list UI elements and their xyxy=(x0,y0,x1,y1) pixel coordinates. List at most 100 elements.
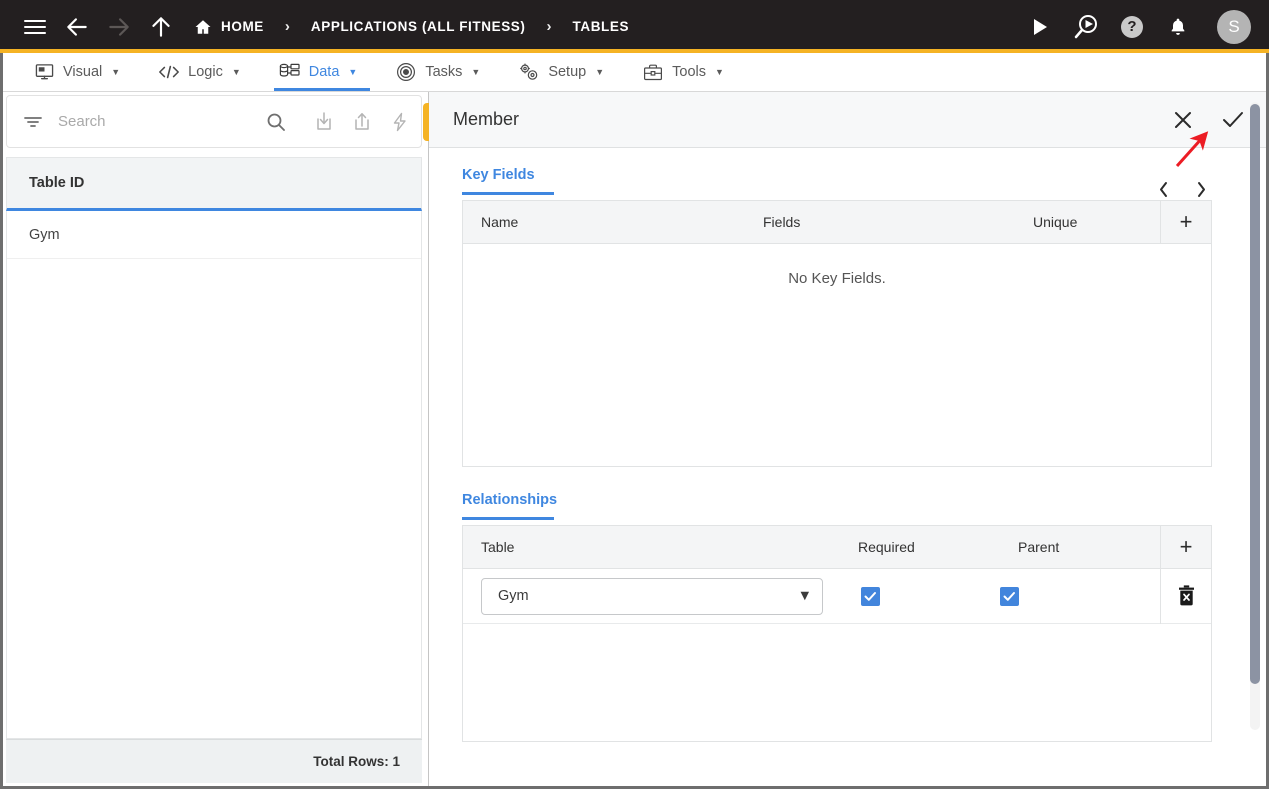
run-icon xyxy=(1034,18,1047,35)
menu-item-label: Tasks xyxy=(425,64,463,80)
chevron-down-icon: ▼ xyxy=(348,67,358,77)
forward-button[interactable] xyxy=(98,7,140,47)
menu-item-tools[interactable]: Tools ▼ xyxy=(623,53,743,91)
required-checkbox[interactable] xyxy=(861,586,880,606)
pager-next-button[interactable] xyxy=(1190,178,1212,200)
search-button[interactable] xyxy=(257,103,295,141)
gears-icon xyxy=(518,62,540,82)
top-navigation-bar: HOME › APPLICATIONS (ALL FITNESS) › TABL… xyxy=(0,0,1269,53)
delete-relationship-button[interactable] xyxy=(1160,568,1211,624)
avatar-initial: S xyxy=(1228,16,1240,36)
table-list-footer: Total Rows: 1 xyxy=(6,739,422,783)
breadcrumb: HOME › APPLICATIONS (ALL FITNESS) › TABL… xyxy=(190,18,633,36)
breadcrumb-separator: › xyxy=(284,18,290,35)
breadcrumb-label: HOME xyxy=(221,19,264,34)
key-fields-table-header: Name Fields Unique + xyxy=(463,200,1211,244)
chevron-down-icon: ▼ xyxy=(111,67,121,77)
menu-item-logic[interactable]: Logic ▼ xyxy=(139,53,260,91)
run-button[interactable] xyxy=(1019,7,1061,47)
check-icon xyxy=(1223,111,1243,127)
avatar[interactable]: S xyxy=(1217,9,1251,44)
column-header-name: Name xyxy=(481,214,519,230)
database-icon xyxy=(279,62,301,82)
menu-item-label: Tools xyxy=(672,64,706,80)
confirm-button[interactable] xyxy=(1215,102,1251,138)
up-button[interactable] xyxy=(140,7,182,47)
menu-item-label: Setup xyxy=(548,64,587,80)
arrow-right-icon xyxy=(109,17,129,36)
hamburger-menu-button[interactable] xyxy=(14,7,56,47)
search-run-button[interactable] xyxy=(1065,7,1107,47)
relationship-table-select[interactable]: Gym ▼ xyxy=(481,577,823,615)
help-icon: ? xyxy=(1121,15,1143,38)
menu-item-data[interactable]: Data ▼ xyxy=(260,53,377,91)
breadcrumb-item-tables[interactable]: TABLES xyxy=(569,19,634,34)
record-detail-header: Member xyxy=(429,92,1269,148)
breadcrumb-label: APPLICATIONS (ALL FITNESS) xyxy=(310,19,526,34)
search-icon xyxy=(267,113,285,131)
filter-icon xyxy=(24,116,42,127)
search-input[interactable] xyxy=(52,113,257,130)
search-run-icon xyxy=(1074,14,1097,38)
column-header-fields: Fields xyxy=(763,214,801,230)
pager-prev-button[interactable] xyxy=(1152,178,1174,200)
check-icon xyxy=(1003,591,1015,601)
column-header-required: Required xyxy=(858,539,915,555)
section-pager xyxy=(1152,166,1212,200)
table-row[interactable]: Gym xyxy=(7,211,421,259)
close-button[interactable] xyxy=(1165,102,1201,138)
parent-cell xyxy=(978,586,1118,606)
chevron-down-icon: ▼ xyxy=(715,67,724,77)
export-button[interactable] xyxy=(343,103,381,141)
bell-icon xyxy=(1171,18,1185,35)
breadcrumb-item-applications[interactable]: APPLICATIONS (ALL FITNESS) xyxy=(307,19,530,34)
home-icon xyxy=(195,19,211,34)
application-menu-bar: Visual ▼ Logic ▼ Data ▼ Tasks ▼ Setup ▼ … xyxy=(0,53,1269,92)
chevron-right-icon xyxy=(1197,181,1205,197)
check-icon xyxy=(864,591,876,601)
key-fields-section-header: Key Fields xyxy=(462,166,1212,200)
menu-item-label: Visual xyxy=(63,64,103,80)
menu-item-setup[interactable]: Setup ▼ xyxy=(499,53,623,91)
arrow-up-icon xyxy=(152,16,170,37)
menu-item-visual[interactable]: Visual ▼ xyxy=(14,53,139,91)
page-title: Member xyxy=(453,109,520,129)
plus-icon: + xyxy=(1179,534,1193,559)
empty-message: No Key Fields. xyxy=(788,270,886,287)
list-toolbar: + xyxy=(6,95,461,148)
relationships-empty-area xyxy=(463,624,1211,741)
notifications-button[interactable] xyxy=(1157,7,1199,47)
menu-item-label: Logic xyxy=(188,64,223,80)
code-icon xyxy=(158,62,180,82)
back-button[interactable] xyxy=(56,7,98,47)
column-header-parent: Parent xyxy=(1018,539,1060,555)
menu-item-tasks[interactable]: Tasks ▼ xyxy=(376,53,499,91)
scrollbar-thumb[interactable] xyxy=(1250,104,1260,684)
total-rows-label: Total Rows: 1 xyxy=(313,754,400,769)
relationships-table: Table Required Parent + Gym ▼ xyxy=(462,525,1212,742)
record-detail-actions xyxy=(1165,102,1251,138)
add-key-field-button[interactable]: + xyxy=(1160,200,1211,244)
hamburger-icon xyxy=(24,19,46,34)
key-fields-table: Name Fields Unique + No Key Fields. xyxy=(462,200,1212,467)
menu-item-label: Data xyxy=(308,64,340,80)
table-list-body: Gym xyxy=(6,211,422,739)
tab-relationships[interactable]: Relationships xyxy=(462,491,557,520)
filter-button[interactable] xyxy=(14,103,52,141)
add-relationship-button[interactable]: + xyxy=(1160,525,1211,569)
parent-checkbox[interactable] xyxy=(1000,586,1019,606)
vertical-scrollbar[interactable] xyxy=(1250,102,1260,730)
select-value: Gym xyxy=(498,588,529,604)
tab-label: Relationships xyxy=(462,492,558,508)
table-row: Gym ▼ xyxy=(463,568,1211,624)
import-button[interactable] xyxy=(305,103,343,141)
export-icon xyxy=(355,113,369,130)
tables-list-panel: + Table ID Gym Total Rows: 1 xyxy=(0,92,461,789)
tab-key-fields[interactable]: Key Fields xyxy=(462,166,554,195)
monitor-icon xyxy=(33,62,55,82)
target-icon xyxy=(395,62,417,82)
help-button[interactable]: ? xyxy=(1111,7,1153,47)
quick-action-button[interactable] xyxy=(381,103,419,141)
table-row-label: Gym xyxy=(29,226,60,243)
breadcrumb-item-home[interactable]: HOME xyxy=(190,18,268,36)
